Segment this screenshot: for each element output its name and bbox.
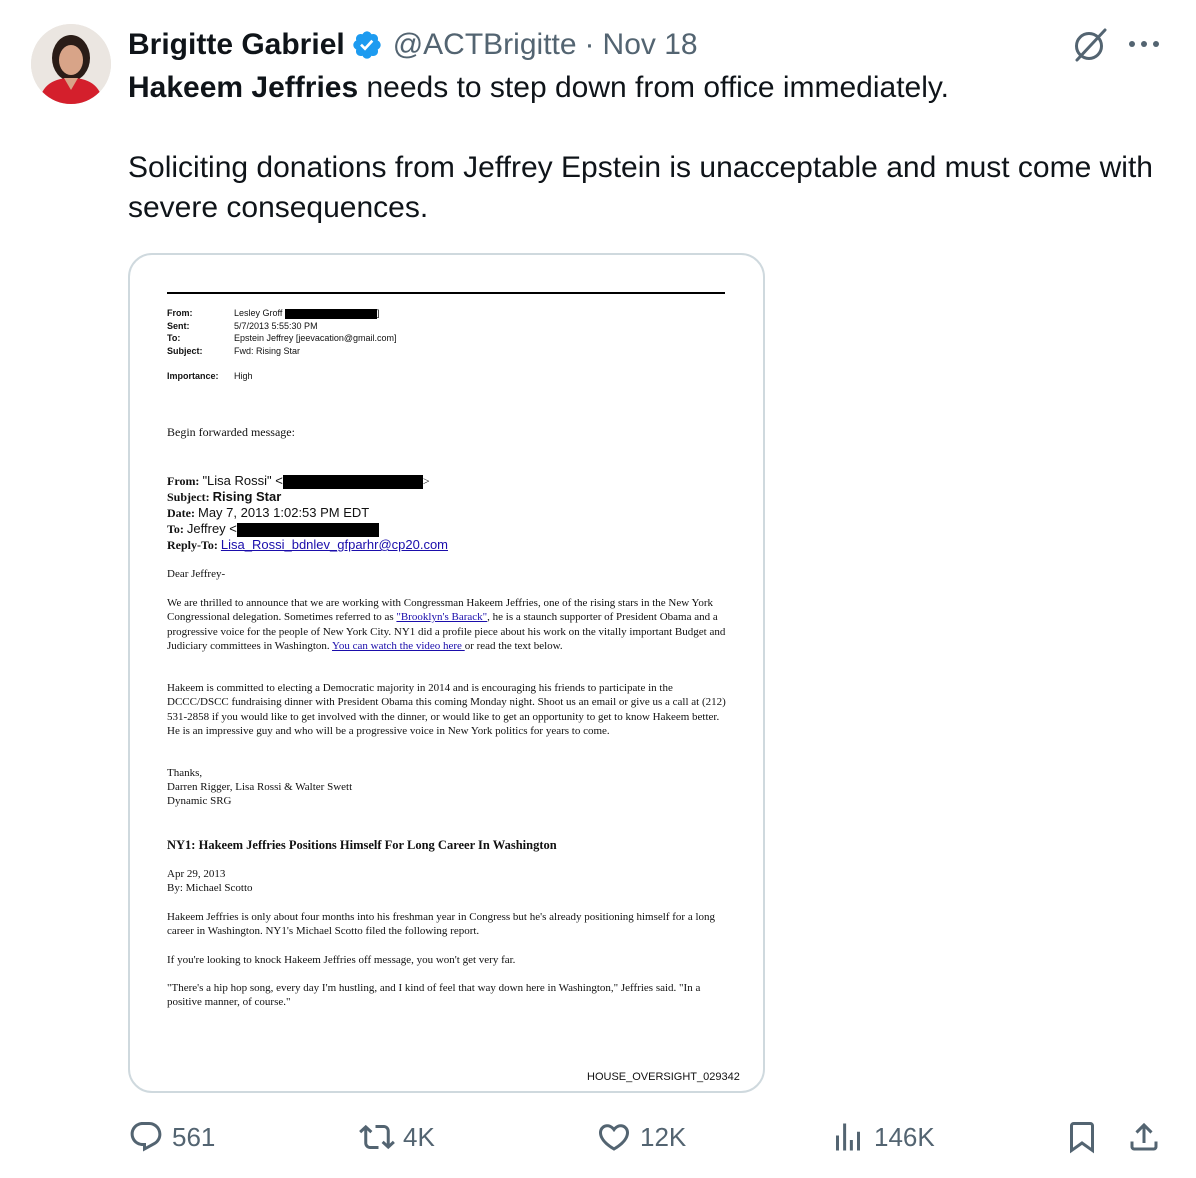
tweet-text-para2: Soliciting donations from Jeffrey Epstei… bbox=[128, 151, 1153, 224]
article-paragraph-3: "There's a hip hop song, every day I'm h… bbox=[167, 982, 701, 1009]
document-top-rule bbox=[167, 292, 725, 294]
doc-header-from-label: From: bbox=[167, 308, 193, 318]
redaction-bar bbox=[236, 523, 379, 538]
article-byline: By: Michael Scotto bbox=[167, 882, 253, 894]
doc-header-to-label: To: bbox=[167, 333, 181, 343]
doc-link-video: You can watch the video here bbox=[332, 639, 465, 652]
doc-header-subject-value: Fwd: Rising Star bbox=[234, 345, 301, 356]
author-name[interactable]: Brigitte Gabriel bbox=[128, 28, 345, 62]
fwd-from-value: "Lisa Rossi" < bbox=[202, 473, 283, 488]
tweet-text-line1: Hakeem Jeffries needs to step down from … bbox=[128, 68, 1158, 108]
more-icon[interactable] bbox=[1126, 30, 1162, 58]
fwd-replyto-link: Lisa_Rossi_bdnlev_gfparhr@cp20.com bbox=[220, 537, 449, 552]
tweet-text-line1-rest: needs to step down from office immediate… bbox=[358, 71, 950, 104]
doc-header-sent-value: 5/7/2013 5:55:30 PM bbox=[234, 320, 318, 331]
doc-header-to-value: Epstein Jeffrey [jeevacation@gmail.com] bbox=[234, 333, 397, 343]
doc-header-subject-label: Subject: bbox=[167, 345, 203, 356]
article-date: Apr 29, 2013 bbox=[167, 868, 226, 880]
repost-count: 4K bbox=[403, 1121, 435, 1152]
doc-para1-c: or read the text below. bbox=[464, 639, 563, 652]
article-paragraph-1: Hakeem Jeffries is only about four month… bbox=[167, 911, 716, 938]
bookmark-icon bbox=[1070, 1122, 1094, 1154]
doc-signers: Darren Rigger, Lisa Rossi & Walter Swett bbox=[167, 781, 353, 793]
views-icon bbox=[836, 1123, 860, 1151]
doc-from-name: Lesley Groff bbox=[234, 308, 283, 318]
article-title: NY1: Hakeem Jeffries Positions Himself F… bbox=[167, 838, 557, 852]
share-icon bbox=[1130, 1122, 1158, 1151]
like-button[interactable]: 12K bbox=[596, 1112, 686, 1162]
like-icon bbox=[598, 1124, 630, 1151]
fwd-date: Date: May 7, 2013 1:02:53 PM EDT bbox=[167, 505, 369, 521]
fwd-replyto-label: Reply-To: bbox=[167, 538, 218, 552]
fwd-from: From: "Lisa Rossi" < > bbox=[167, 473, 430, 490]
tweet-date[interactable]: Nov 18 bbox=[603, 28, 698, 62]
doc-link-brooklyns-barack: "Brooklyn's Barack" bbox=[396, 611, 488, 624]
doc-header-importance-label: Importance: bbox=[167, 371, 219, 381]
avatar-image bbox=[31, 24, 111, 104]
repost-button[interactable]: 4K bbox=[359, 1112, 435, 1162]
doc-paragraph-1: We are thrilled to announce that we are … bbox=[167, 596, 727, 653]
fwd-subject-label: Subject: bbox=[167, 490, 210, 504]
fwd-to-value: Jeffrey < bbox=[186, 521, 237, 536]
bookmark-button[interactable] bbox=[1064, 1112, 1100, 1162]
reply-icon bbox=[130, 1122, 162, 1152]
media-card[interactable]: From: Lesley Groff ] Sent: 5/7/2013 5:55… bbox=[128, 253, 765, 1093]
doc-header-from-value: Lesley Groff ] bbox=[234, 308, 380, 319]
doc-paragraph-2: Hakeem is committed to electing a Democr… bbox=[167, 682, 726, 737]
verified-badge-icon bbox=[353, 31, 381, 59]
fwd-to-label: To: bbox=[167, 522, 184, 536]
share-button[interactable] bbox=[1126, 1112, 1162, 1162]
action-bar: 561 4K 12K 146K bbox=[0, 1112, 1196, 1162]
document-footer-id: HOUSE_OVERSIGHT_029342 bbox=[587, 1071, 740, 1083]
views-count: 146K bbox=[874, 1121, 935, 1152]
reply-count: 561 bbox=[172, 1121, 216, 1152]
doc-header-importance-value: High bbox=[234, 371, 253, 381]
mention-name: Hakeem Jeffries bbox=[128, 71, 359, 104]
views-button[interactable]: 146K bbox=[830, 1112, 935, 1162]
tweet-text: Hakeem Jeffries needs to step down from … bbox=[128, 68, 1158, 228]
fwd-date-value: May 7, 2013 1:02:53 PM EDT bbox=[197, 505, 370, 520]
fwd-from-label: From: bbox=[167, 474, 200, 488]
grok-icon[interactable] bbox=[1071, 26, 1109, 64]
doc-company: Dynamic SRG bbox=[167, 795, 232, 807]
avatar[interactable] bbox=[31, 24, 111, 104]
fwd-subject-value: Rising Star bbox=[212, 489, 282, 504]
doc-header-sent-label: Sent: bbox=[167, 320, 190, 331]
author-handle[interactable]: @ACTBrigitte bbox=[393, 28, 577, 62]
redaction-bar bbox=[284, 308, 377, 319]
fwd-date-label: Date: bbox=[167, 506, 195, 520]
reply-button[interactable]: 561 bbox=[128, 1112, 215, 1162]
doc-thanks: Thanks, bbox=[167, 767, 203, 779]
like-count: 12K bbox=[640, 1121, 687, 1152]
tweet-header: Brigitte Gabriel @ACTBrigitte · Nov 18 bbox=[128, 24, 698, 66]
begin-forwarded: Begin forwarded message: bbox=[167, 425, 295, 439]
repost-icon bbox=[359, 1124, 395, 1150]
fwd-subject: Subject: Rising Star bbox=[167, 489, 281, 505]
email-document-image: From: Lesley Groff ] Sent: 5/7/2013 5:55… bbox=[130, 255, 763, 1091]
redaction-bar bbox=[282, 475, 423, 490]
article-paragraph-2: If you're looking to knock Hakeem Jeffri… bbox=[167, 954, 516, 966]
fwd-replyto: Reply-To: Lisa_Rossi_bdnlev_gfparhr@cp20… bbox=[167, 537, 448, 553]
greeting: Dear Jeffrey- bbox=[167, 568, 226, 580]
fwd-to: To: Jeffrey < bbox=[167, 521, 379, 538]
separator: · bbox=[584, 28, 595, 61]
